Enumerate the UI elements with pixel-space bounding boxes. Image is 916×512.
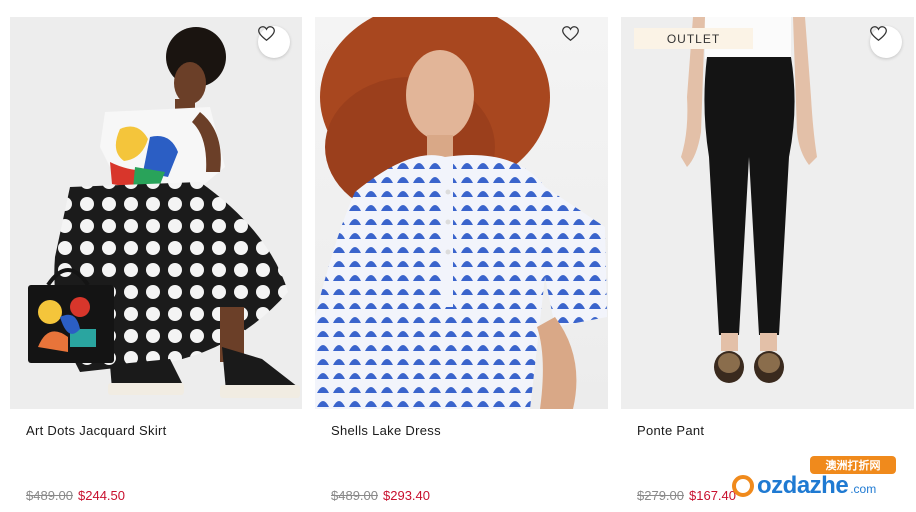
product-grid: Art Dots Jacquard Skirt $489.00 $244.50 [10, 17, 914, 512]
product-image[interactable] [10, 17, 302, 409]
sale-price: $293.40 [383, 488, 430, 503]
wishlist-button[interactable] [258, 26, 290, 58]
wishlist-button[interactable] [562, 26, 594, 58]
sale-price: $244.50 [78, 488, 125, 503]
product-price: $489.00 $293.40 [331, 488, 430, 503]
sale-price: $167.40 [689, 488, 736, 503]
heart-outline-icon [562, 26, 579, 41]
product-image[interactable]: OUTLET [621, 17, 914, 409]
original-price: $489.00 [26, 488, 73, 503]
original-price: $279.00 [637, 488, 684, 503]
product-card[interactable]: Art Dots Jacquard Skirt $489.00 $244.50 [10, 17, 302, 512]
heart-outline-icon [258, 26, 275, 41]
outlet-badge: OUTLET [634, 28, 753, 49]
watermark-suffix: .com [850, 482, 877, 496]
watermark-wordmark: ozdazhe .com [732, 472, 876, 500]
product-name[interactable]: Ponte Pant [637, 423, 704, 438]
product-name[interactable]: Shells Lake Dress [331, 423, 441, 438]
model-black-pants-image [681, 17, 817, 383]
model-polka-dot-skirt-image [28, 27, 300, 398]
watermark-brand: ozdazhe [757, 472, 849, 499]
product-image[interactable] [315, 17, 608, 409]
wishlist-button[interactable] [870, 26, 902, 58]
heart-outline-icon [870, 26, 887, 41]
product-price: $489.00 $244.50 [26, 488, 125, 503]
watermark-ring-icon [732, 475, 754, 497]
product-name[interactable]: Art Dots Jacquard Skirt [26, 423, 167, 438]
original-price: $489.00 [331, 488, 378, 503]
product-price: $279.00 $167.40 [637, 488, 736, 503]
product-card[interactable]: Shells Lake Dress $489.00 $293.40 [315, 17, 608, 512]
model-blue-shell-dress-image [315, 17, 607, 409]
watermark-logo: 澳洲打折网 ozdazhe .com [732, 456, 902, 502]
product-card[interactable]: OUTLET Ponte Pant $279.00 $167.40 [621, 17, 914, 512]
